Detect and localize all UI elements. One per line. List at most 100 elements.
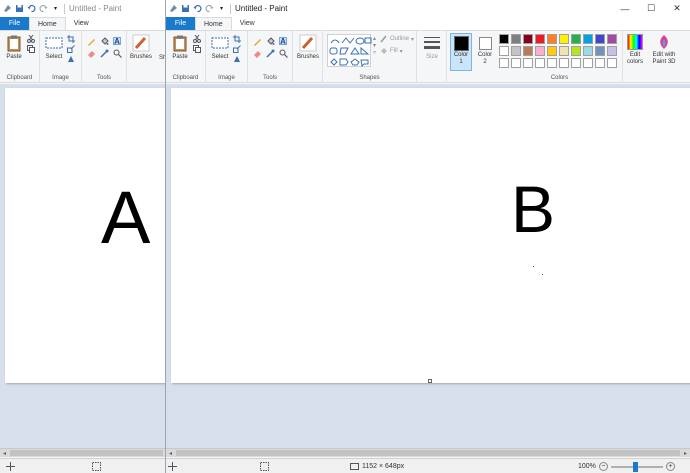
- redo-icon[interactable]: [205, 4, 214, 13]
- zoom-slider[interactable]: [610, 461, 663, 472]
- clipboard-group-label: Clipboard: [172, 75, 199, 81]
- eraser-icon[interactable]: [253, 49, 261, 58]
- fill-button[interactable]: Fill ▾: [380, 47, 403, 55]
- cut-icon[interactable]: [193, 34, 201, 43]
- scroll-right-icon[interactable]: ▸: [681, 449, 690, 457]
- zoom-slider-thumb[interactable]: [632, 461, 638, 472]
- crop-icon[interactable]: [67, 35, 75, 43]
- shapes-gallery[interactable]: [327, 34, 372, 68]
- horizontal-scrollbar[interactable]: ◂: [0, 448, 165, 457]
- palette-swatch[interactable]: [595, 58, 605, 68]
- horizontal-scrollbar[interactable]: ◂ ▸: [166, 448, 690, 457]
- zoom-in-icon[interactable]: +: [665, 462, 675, 471]
- resize-icon[interactable]: [233, 45, 241, 53]
- palette-swatch[interactable]: [571, 58, 581, 68]
- color1-button[interactable]: Color 1: [450, 33, 472, 71]
- palette-swatch[interactable]: [523, 34, 533, 44]
- tab-view[interactable]: View: [232, 17, 263, 30]
- crop-icon[interactable]: [233, 35, 241, 43]
- palette-swatch[interactable]: [607, 58, 617, 68]
- palette-swatch[interactable]: [535, 46, 545, 56]
- customize-qat-chevron-icon[interactable]: ▾: [217, 4, 226, 13]
- palette-swatch[interactable]: [511, 46, 521, 56]
- select-button[interactable]: Select: [208, 34, 232, 60]
- canvas-resize-handle[interactable]: [428, 379, 432, 383]
- drawing-canvas[interactable]: A: [5, 88, 165, 383]
- palette-swatch[interactable]: [583, 34, 593, 44]
- drawing-canvas[interactable]: B: [171, 88, 690, 383]
- palette-swatch[interactable]: [607, 34, 617, 44]
- scroll-thumb[interactable]: [176, 450, 680, 456]
- tab-file[interactable]: File: [0, 17, 29, 30]
- outline-button[interactable]: Outline ▾: [380, 35, 414, 43]
- copy-icon[interactable]: [27, 45, 35, 53]
- palette-swatch[interactable]: [523, 46, 533, 56]
- resize-icon[interactable]: [67, 45, 75, 53]
- paste-button[interactable]: Paste: [2, 34, 26, 60]
- edit-with-paint3d-button[interactable]: Edit with Paint 3D: [648, 34, 680, 66]
- palette-swatch[interactable]: [511, 58, 521, 68]
- palette-swatch[interactable]: [511, 34, 521, 44]
- scroll-left-icon[interactable]: ◂: [166, 449, 175, 457]
- palette-swatch[interactable]: [571, 34, 581, 44]
- select-button[interactable]: Select: [42, 34, 66, 60]
- fill-bucket-icon[interactable]: [266, 37, 275, 45]
- color2-button[interactable]: Color 2: [474, 33, 496, 71]
- brushes-button[interactable]: Brushes: [296, 34, 320, 60]
- palette-swatch[interactable]: [499, 34, 509, 44]
- palette-swatch[interactable]: [571, 46, 581, 56]
- magnifier-icon[interactable]: [113, 49, 122, 58]
- palette-swatch[interactable]: [559, 58, 569, 68]
- save-icon[interactable]: [181, 4, 190, 13]
- tab-home[interactable]: Home: [29, 17, 66, 30]
- palette-swatch[interactable]: [523, 58, 533, 68]
- copy-icon[interactable]: [193, 45, 201, 53]
- text-tool-icon[interactable]: A: [279, 37, 287, 46]
- fill-bucket-icon[interactable]: [100, 37, 109, 45]
- palette-swatch[interactable]: [559, 46, 569, 56]
- undo-icon[interactable]: [193, 4, 202, 13]
- save-icon[interactable]: [15, 4, 24, 13]
- pencil-icon[interactable]: [253, 37, 261, 46]
- scroll-thumb[interactable]: [10, 450, 163, 456]
- cut-icon[interactable]: [27, 34, 35, 43]
- shapes-scroll-icon[interactable]: ▴ ▾ ▿: [373, 35, 376, 56]
- palette-swatch[interactable]: [535, 34, 545, 44]
- tab-view[interactable]: View: [66, 17, 97, 30]
- palette-swatch[interactable]: [547, 34, 557, 44]
- palette-swatch[interactable]: [607, 46, 617, 56]
- magnifier-icon[interactable]: [279, 49, 288, 58]
- color-picker-icon[interactable]: [266, 49, 275, 58]
- eraser-icon[interactable]: [87, 49, 95, 58]
- undo-icon[interactable]: [27, 4, 36, 13]
- minimize-button[interactable]: —: [612, 0, 638, 17]
- window-title: Untitled - Paint: [69, 4, 122, 13]
- text-tool-icon[interactable]: A: [113, 37, 121, 46]
- customize-qat-chevron-icon[interactable]: ▾: [51, 4, 60, 13]
- palette-swatch[interactable]: [583, 46, 593, 56]
- palette-swatch[interactable]: [595, 46, 605, 56]
- brushes-button[interactable]: Brushes: [129, 34, 153, 60]
- edit-colors-button[interactable]: Edit colors: [623, 34, 647, 66]
- pencil-icon[interactable]: [87, 37, 95, 46]
- tab-home[interactable]: Home: [195, 17, 232, 30]
- tab-file[interactable]: File: [166, 17, 195, 30]
- palette-swatch[interactable]: [547, 46, 557, 56]
- zoom-out-icon[interactable]: −: [598, 462, 608, 471]
- palette-swatch[interactable]: [535, 58, 545, 68]
- paste-button[interactable]: Paste: [168, 34, 192, 60]
- maximize-button[interactable]: ☐: [638, 0, 664, 17]
- palette-swatch[interactable]: [547, 58, 557, 68]
- rotate-icon[interactable]: [67, 55, 75, 63]
- size-button[interactable]: Size: [420, 34, 444, 60]
- palette-swatch[interactable]: [559, 34, 569, 44]
- rotate-icon[interactable]: [233, 55, 241, 63]
- palette-swatch[interactable]: [499, 46, 509, 56]
- color-picker-icon[interactable]: [100, 49, 109, 58]
- palette-swatch[interactable]: [595, 34, 605, 44]
- palette-swatch[interactable]: [499, 58, 509, 68]
- scroll-left-icon[interactable]: ◂: [0, 449, 9, 457]
- redo-icon[interactable]: [39, 4, 48, 13]
- close-button[interactable]: ✕: [664, 0, 690, 17]
- palette-swatch[interactable]: [583, 58, 593, 68]
